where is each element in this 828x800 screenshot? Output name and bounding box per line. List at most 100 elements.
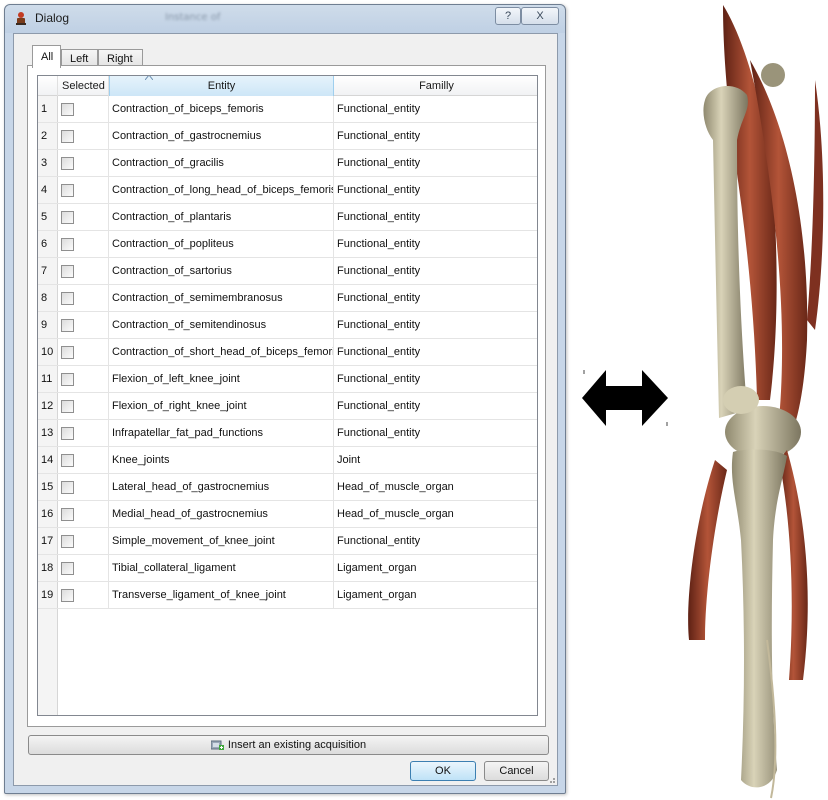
row-number[interactable]: 18	[38, 555, 58, 581]
header-selected[interactable]: Selected	[58, 76, 109, 96]
row-entity[interactable]: Knee_joints	[109, 447, 334, 473]
table-row[interactable]: 10 Contraction_of_short_head_of_biceps_fe…	[38, 339, 537, 366]
row-select-cell[interactable]	[58, 231, 109, 257]
table-row[interactable]: 15 Lateral_head_of_gastrocnemius Head_of_m…	[38, 474, 537, 501]
row-entity[interactable]: Contraction_of_gracilis	[109, 150, 334, 176]
row-select-cell[interactable]	[58, 474, 109, 500]
row-number[interactable]: 7	[38, 258, 58, 284]
row-entity[interactable]: Contraction_of_popliteus	[109, 231, 334, 257]
row-number[interactable]: 5	[38, 204, 58, 230]
row-number[interactable]: 15	[38, 474, 58, 500]
row-family[interactable]: Functional_entity	[334, 420, 537, 446]
row-select-checkbox[interactable]	[61, 372, 74, 386]
row-number[interactable]: 12	[38, 393, 58, 419]
row-select-cell[interactable]	[58, 96, 109, 122]
row-family[interactable]: Head_of_muscle_organ	[334, 501, 537, 527]
table-row[interactable]: 18 Tibial_collateral_ligament Ligament_org…	[38, 555, 537, 582]
row-select-checkbox[interactable]	[61, 399, 74, 413]
row-select-cell[interactable]	[58, 285, 109, 311]
table-row[interactable]: 1 Contraction_of_biceps_femoris Functional…	[38, 96, 537, 123]
table-row[interactable]: 17 Simple_movement_of_knee_joint Functiona…	[38, 528, 537, 555]
row-family[interactable]: Functional_entity	[334, 204, 537, 230]
row-select-checkbox[interactable]	[61, 507, 74, 521]
row-entity[interactable]: Lateral_head_of_gastrocnemius	[109, 474, 334, 500]
header-entity[interactable]: Entity	[109, 76, 334, 96]
row-select-cell[interactable]	[58, 420, 109, 446]
row-family[interactable]: Functional_entity	[334, 393, 537, 419]
row-entity[interactable]: Flexion_of_right_knee_joint	[109, 393, 334, 419]
table-row[interactable]: 19 Transverse_ligament_of_knee_joint Ligam…	[38, 582, 537, 609]
row-number[interactable]: 14	[38, 447, 58, 473]
resize-grip-icon[interactable]	[546, 774, 556, 784]
row-select-checkbox[interactable]	[61, 210, 74, 224]
row-select-checkbox[interactable]	[61, 237, 74, 251]
row-select-checkbox[interactable]	[61, 588, 74, 602]
insert-acquisition-button[interactable]: Insert an existing acquisition	[28, 735, 549, 755]
row-select-cell[interactable]	[58, 555, 109, 581]
help-button[interactable]: ?	[495, 7, 521, 25]
row-family[interactable]: Functional_entity	[334, 123, 537, 149]
row-family[interactable]: Functional_entity	[334, 150, 537, 176]
row-entity[interactable]: Contraction_of_long_head_of_biceps_femor…	[109, 177, 334, 203]
entity-table[interactable]: Selected Entity Familly 1 Contraction_of_…	[37, 75, 538, 716]
table-row[interactable]: 7 Contraction_of_sartorius Functional_enti…	[38, 258, 537, 285]
row-select-checkbox[interactable]	[61, 534, 74, 548]
table-row[interactable]: 3 Contraction_of_gracilis Functional_entit…	[38, 150, 537, 177]
table-row[interactable]: 14 Knee_joints Joint	[38, 447, 537, 474]
row-select-cell[interactable]	[58, 447, 109, 473]
row-entity[interactable]: Contraction_of_plantaris	[109, 204, 334, 230]
row-family[interactable]: Functional_entity	[334, 339, 537, 365]
row-family[interactable]: Functional_entity	[334, 96, 537, 122]
table-row[interactable]: 8 Contraction_of_semimembranosus Functiona…	[38, 285, 537, 312]
row-entity[interactable]: Medial_head_of_gastrocnemius	[109, 501, 334, 527]
row-family[interactable]: Functional_entity	[334, 312, 537, 338]
row-number[interactable]: 8	[38, 285, 58, 311]
row-family[interactable]: Functional_entity	[334, 528, 537, 554]
row-select-checkbox[interactable]	[61, 426, 74, 440]
cancel-button[interactable]: Cancel	[484, 761, 549, 781]
row-entity[interactable]: Tibial_collateral_ligament	[109, 555, 334, 581]
row-select-cell[interactable]	[58, 150, 109, 176]
row-select-checkbox[interactable]	[61, 561, 74, 575]
row-number[interactable]: 10	[38, 339, 58, 365]
row-select-cell[interactable]	[58, 582, 109, 608]
table-row[interactable]: 5 Contraction_of_plantaris Functional_enti…	[38, 204, 537, 231]
table-row[interactable]: 6 Contraction_of_popliteus Functional_enti…	[38, 231, 537, 258]
table-row[interactable]: 11 Flexion_of_left_knee_joint Functional_e…	[38, 366, 537, 393]
ok-button[interactable]: OK	[410, 761, 476, 781]
table-row[interactable]: 9 Contraction_of_semitendinosus Functional…	[38, 312, 537, 339]
row-select-cell[interactable]	[58, 177, 109, 203]
table-row[interactable]: 4 Contraction_of_long_head_of_biceps_femo…	[38, 177, 537, 204]
tab-all[interactable]: All	[32, 45, 61, 68]
row-family[interactable]: Ligament_organ	[334, 582, 537, 608]
row-family[interactable]: Joint	[334, 447, 537, 473]
row-number[interactable]: 19	[38, 582, 58, 608]
row-family[interactable]: Functional_entity	[334, 366, 537, 392]
table-row[interactable]: 12 Flexion_of_right_knee_joint Functional_…	[38, 393, 537, 420]
row-select-cell[interactable]	[58, 501, 109, 527]
row-select-checkbox[interactable]	[61, 156, 74, 170]
header-corner[interactable]	[38, 76, 58, 96]
close-button[interactable]: X	[521, 7, 559, 25]
header-family[interactable]: Familly	[334, 76, 537, 96]
row-select-checkbox[interactable]	[61, 480, 74, 494]
row-family[interactable]: Ligament_organ	[334, 555, 537, 581]
row-number[interactable]: 11	[38, 366, 58, 392]
row-entity[interactable]: Contraction_of_gastrocnemius	[109, 123, 334, 149]
row-entity[interactable]: Infrapatellar_fat_pad_functions	[109, 420, 334, 446]
row-select-cell[interactable]	[58, 528, 109, 554]
row-number[interactable]: 6	[38, 231, 58, 257]
row-family[interactable]: Functional_entity	[334, 285, 537, 311]
table-row[interactable]: 13 Infrapatellar_fat_pad_functions Functio…	[38, 420, 537, 447]
row-family[interactable]: Functional_entity	[334, 177, 537, 203]
row-family[interactable]: Functional_entity	[334, 258, 537, 284]
row-family[interactable]: Functional_entity	[334, 231, 537, 257]
row-family[interactable]: Head_of_muscle_organ	[334, 474, 537, 500]
row-entity[interactable]: Contraction_of_biceps_femoris	[109, 96, 334, 122]
row-number[interactable]: 1	[38, 96, 58, 122]
row-entity[interactable]: Contraction_of_short_head_of_biceps_femo…	[109, 339, 334, 365]
row-select-checkbox[interactable]	[61, 318, 74, 332]
row-select-checkbox[interactable]	[61, 183, 74, 197]
row-select-cell[interactable]	[58, 204, 109, 230]
row-select-cell[interactable]	[58, 258, 109, 284]
